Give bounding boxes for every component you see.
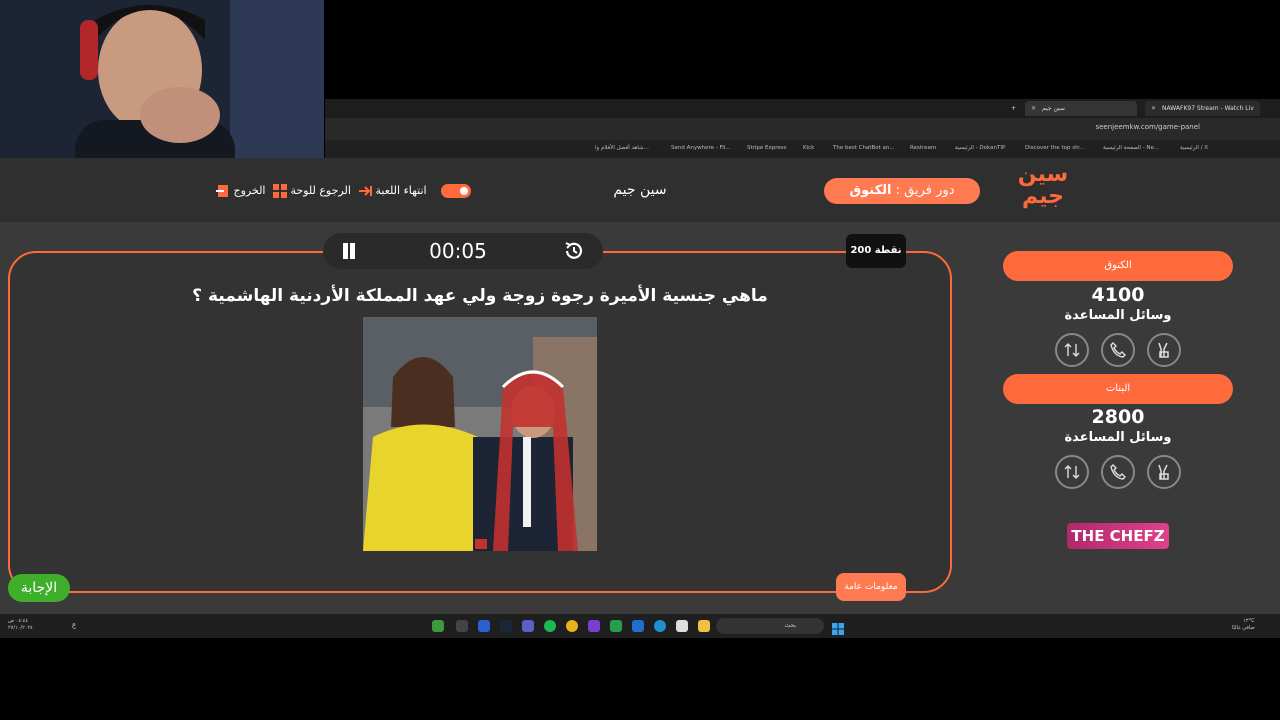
swap-icon bbox=[1064, 465, 1080, 479]
new-tab-button[interactable]: + bbox=[1005, 101, 1022, 116]
chrome-icon[interactable] bbox=[566, 620, 578, 632]
help-swap-button[interactable] bbox=[1055, 333, 1089, 367]
turn-team: الكنوق bbox=[849, 183, 892, 198]
close-icon[interactable]: ✕ bbox=[1151, 105, 1156, 112]
spotify-icon[interactable] bbox=[544, 620, 556, 632]
end-game-label: انتهاء اللعبة bbox=[375, 184, 427, 197]
edge-icon[interactable] bbox=[654, 620, 666, 632]
exit-icon bbox=[216, 185, 228, 197]
back-to-board-link[interactable]: الرجوع للوحة bbox=[269, 184, 351, 198]
end-game-link[interactable]: انتهاء اللعبة bbox=[354, 184, 427, 198]
phone-icon bbox=[1110, 464, 1126, 480]
streamer-webcam-image bbox=[0, 0, 324, 184]
windows-taskbar: ٠٤:٤٤ ص ٢٧/١٠/٢٠٢٤ ع بحث ١٣°C صافي غالبً… bbox=[0, 614, 1280, 638]
bookmark-item[interactable]: Restream bbox=[910, 145, 936, 151]
address-bar[interactable]: seenjeemkw.com/game-panel bbox=[325, 118, 1280, 140]
teams-icon[interactable] bbox=[522, 620, 534, 632]
bookmark-item[interactable]: الصفحة الرئيسية - Ne... bbox=[1103, 145, 1159, 151]
game-header: سين جيم دور فريق : الكنوق سين جيم انتهاء… bbox=[0, 158, 1280, 222]
back-to-board-label: الرجوع للوحة bbox=[290, 184, 351, 197]
browser-tab-active[interactable]: ✕ سين جيم bbox=[1025, 101, 1137, 116]
bookmarks-bar: الرئيسية / X الصفحة الرئيسية - Ne... Dis… bbox=[325, 140, 1280, 158]
phone-icon bbox=[1110, 342, 1126, 358]
bookmark-item[interactable]: Stripe Express bbox=[747, 145, 787, 151]
exit-label: الخروج bbox=[233, 184, 266, 197]
points-badge: 200 نقطة bbox=[846, 234, 906, 268]
pause-icon[interactable] bbox=[339, 241, 359, 261]
language-indicator[interactable]: ع bbox=[72, 621, 76, 629]
team-score: 2800 bbox=[1091, 406, 1145, 428]
game-title: سين جيم bbox=[613, 182, 667, 198]
victory-hand-icon bbox=[1158, 464, 1169, 480]
close-icon[interactable]: ✕ bbox=[1031, 105, 1036, 112]
game-panel: سين جيم دور فريق : الكنوق سين جيم انتهاء… bbox=[0, 158, 1280, 614]
app-icon[interactable] bbox=[588, 620, 600, 632]
end-game-toggle[interactable] bbox=[441, 184, 471, 198]
help-victory-button[interactable] bbox=[1147, 333, 1181, 367]
word-icon[interactable] bbox=[478, 620, 490, 632]
weather-condition: صافي غالبًا bbox=[1232, 625, 1255, 631]
team-name-pill: الكنوق bbox=[1003, 251, 1233, 281]
obs-icon[interactable] bbox=[456, 620, 468, 632]
question-text: ماهي جنسية الأميرة رجوة زوجة ولي عهد الم… bbox=[192, 286, 768, 306]
store-icon[interactable] bbox=[676, 620, 688, 632]
taskbar-search[interactable]: بحث bbox=[716, 618, 824, 634]
help-tools-label: وسائل المساعدة bbox=[1064, 430, 1172, 445]
browser-tab[interactable]: ✕ NAWAFK97 Stream - Watch Liv bbox=[1145, 101, 1260, 116]
weather-widget[interactable]: ١٣°C صافي غالبًا bbox=[1232, 618, 1255, 632]
arrow-right-icon bbox=[359, 186, 372, 196]
clock-date: ٢٧/١٠/٢٠٢٤ bbox=[8, 625, 33, 631]
reset-timer-icon[interactable] bbox=[563, 240, 585, 262]
team-score: 4100 bbox=[1091, 284, 1145, 306]
app-icon[interactable] bbox=[610, 620, 622, 632]
team-name-pill: البنات bbox=[1003, 374, 1233, 404]
help-call-button[interactable] bbox=[1101, 455, 1135, 489]
search-placeholder: بحث bbox=[784, 622, 796, 629]
question-photo bbox=[363, 317, 597, 551]
turn-indicator: دور فريق : الكنوق bbox=[824, 178, 980, 204]
webcam-overlay bbox=[0, 0, 324, 184]
seen-jeem-logo: سين جيم bbox=[1017, 162, 1069, 209]
victory-hand-icon bbox=[1158, 342, 1169, 358]
timer-bar: 00:05 bbox=[323, 233, 603, 269]
clock-time: ٠٤:٤٤ ص bbox=[8, 618, 29, 624]
bookmark-item[interactable]: Kick bbox=[803, 145, 814, 151]
bookmark-item[interactable]: الرئيسية / X bbox=[1180, 145, 1208, 151]
grid-icon bbox=[273, 184, 287, 198]
help-swap-button[interactable] bbox=[1055, 455, 1089, 489]
weather-temperature: ١٣°C bbox=[1243, 618, 1255, 624]
help-call-button[interactable] bbox=[1101, 333, 1135, 367]
steam-icon[interactable] bbox=[500, 620, 512, 632]
bookmark-item[interactable]: الرئيسية - DokanTIP bbox=[955, 145, 1005, 151]
taskbar-clock[interactable]: ٠٤:٤٤ ص ٢٧/١٠/٢٠٢٤ bbox=[8, 618, 33, 632]
bookmark-item[interactable]: The best ChatBot an... bbox=[833, 145, 895, 151]
folder-icon[interactable] bbox=[698, 620, 710, 632]
url-text[interactable]: seenjeemkw.com/game-panel bbox=[1095, 123, 1200, 131]
question-image bbox=[363, 317, 597, 551]
bookmark-item[interactable]: شاهد أفضل الأفلام وا... bbox=[595, 145, 649, 151]
turn-prefix: دور فريق : bbox=[895, 183, 955, 198]
bookmark-item[interactable]: Discover the top str... bbox=[1025, 145, 1084, 151]
mail-icon[interactable] bbox=[632, 620, 644, 632]
swap-icon bbox=[1064, 343, 1080, 357]
category-badge: معلومات عامة bbox=[836, 573, 906, 601]
browser-tab-bar: ✕ NAWAFK97 Stream - Watch Liv ✕ سين جيم + bbox=[325, 99, 1280, 118]
bookmark-item[interactable]: Send Anywhere - Fil... bbox=[671, 145, 731, 151]
windows-start-icon[interactable] bbox=[832, 620, 844, 635]
help-victory-button[interactable] bbox=[1147, 455, 1181, 489]
sponsor-logo: THE CHEFZ bbox=[1067, 523, 1169, 549]
xbox-icon[interactable] bbox=[432, 620, 444, 632]
help-tools-label: وسائل المساعدة bbox=[1064, 308, 1172, 323]
exit-link[interactable]: الخروج bbox=[212, 184, 266, 198]
timer-display: 00:05 bbox=[429, 239, 487, 263]
answer-button[interactable]: الإجابة bbox=[8, 574, 70, 602]
